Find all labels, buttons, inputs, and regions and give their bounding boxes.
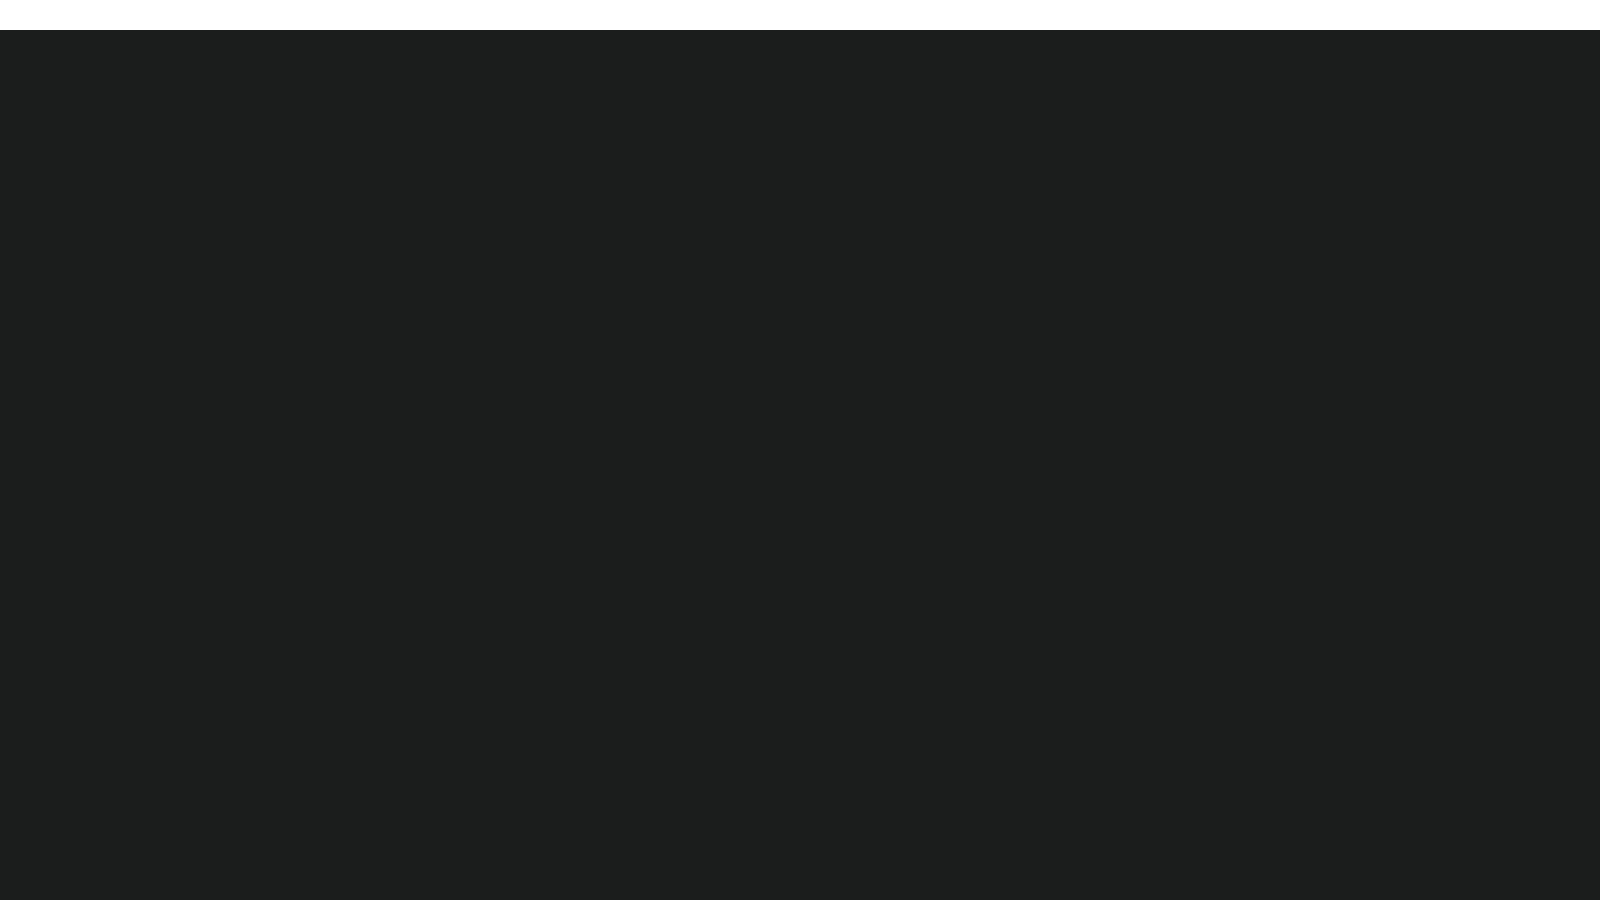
browser-tab-strip xyxy=(0,0,1600,30)
